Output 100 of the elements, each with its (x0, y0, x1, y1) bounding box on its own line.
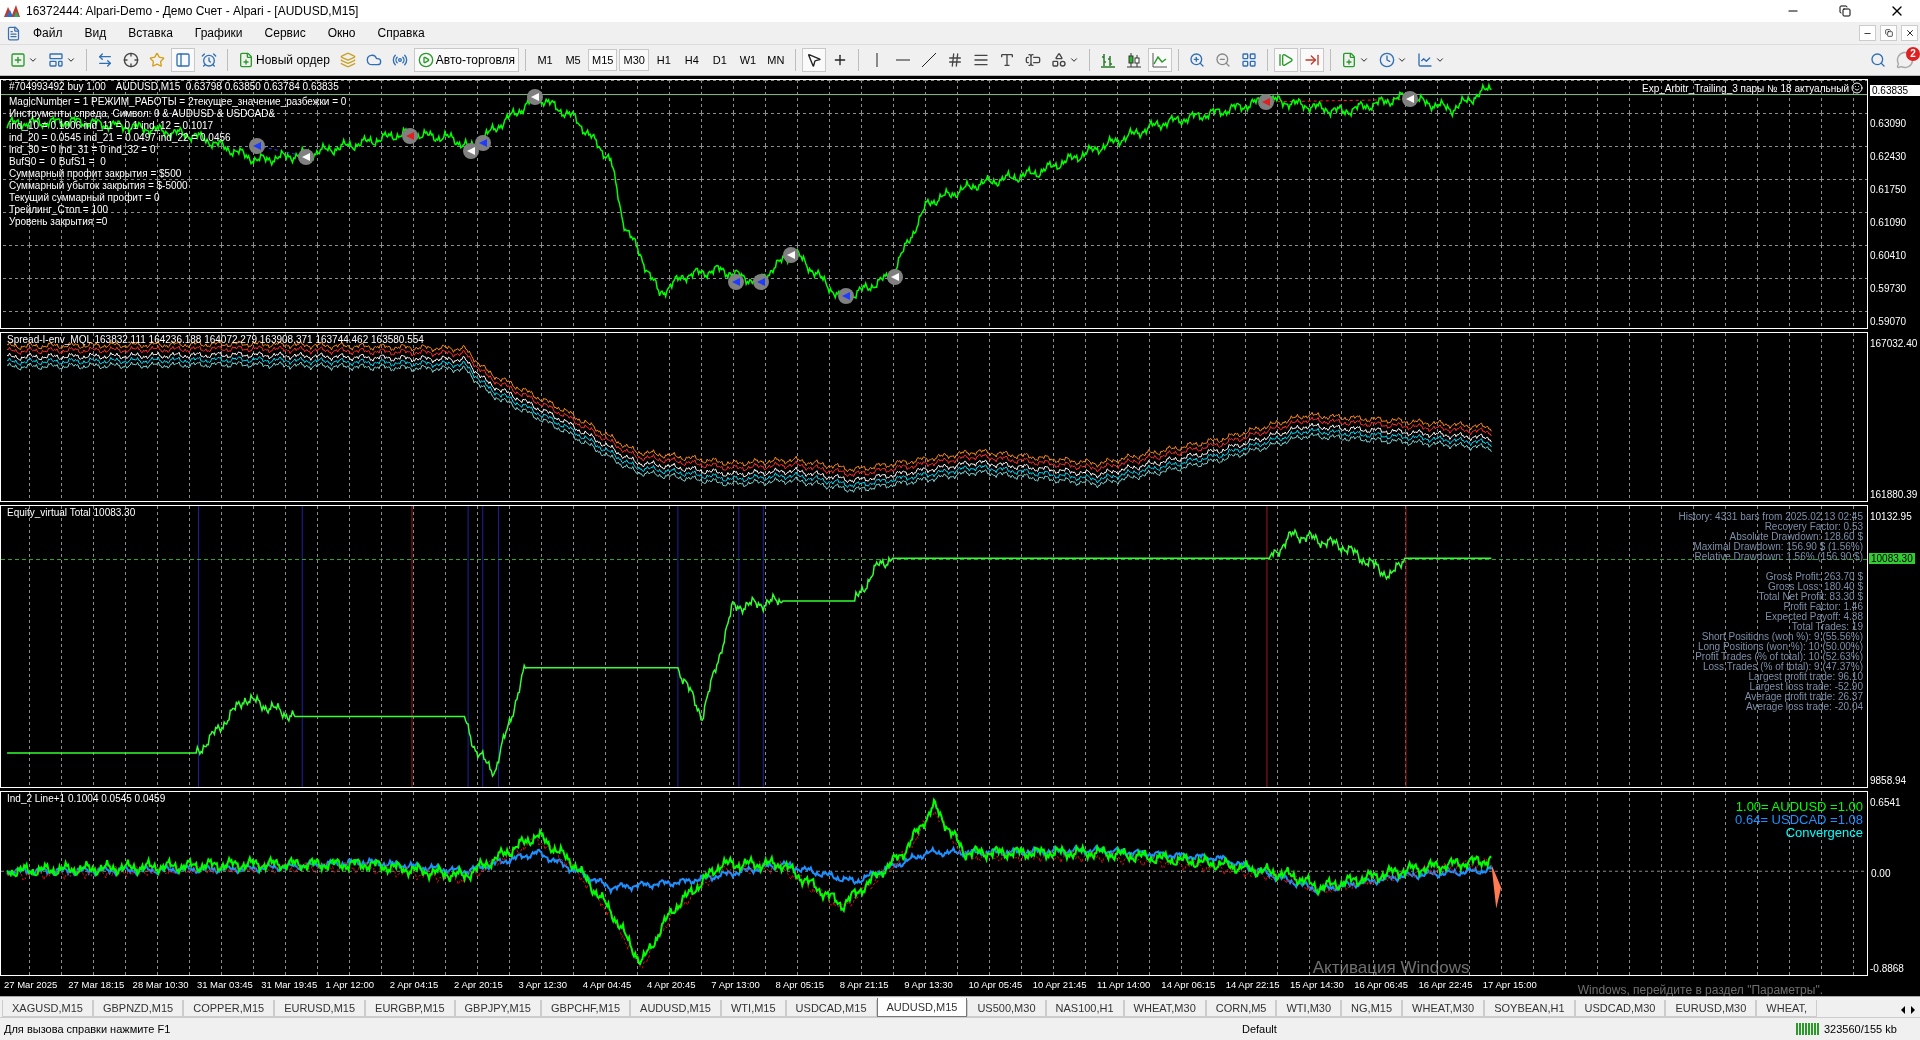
arrow-icon (787, 251, 796, 260)
chart-tab[interactable]: COPPER,M15 (183, 1000, 275, 1017)
chat-icon[interactable] (1896, 51, 1914, 69)
timeframe-button[interactable]: M30 (619, 49, 649, 71)
statistics-line: Profit Factor: 1.46 (1783, 602, 1863, 612)
statistics-line: Absolute Drawdown: 128.60 $ (1729, 532, 1863, 542)
chart-tab[interactable]: EURUSD,M15 (274, 1000, 366, 1017)
chart-tab[interactable]: CORN,M5 (1205, 1000, 1277, 1017)
value-tag: 10083.30 (1869, 553, 1915, 564)
shapes-icon (1050, 52, 1067, 68)
chart-tab[interactable]: AUDUSD,M15 (876, 998, 968, 1017)
chart-tab[interactable]: USDCAD,M15 (785, 1000, 877, 1017)
arrow-icon (1405, 95, 1414, 104)
menu-item[interactable]: Вставка (118, 24, 183, 42)
statistics-line: Largest profit trade: 96.10 (1748, 672, 1863, 682)
chart-tab[interactable]: NG,M15 (1341, 1000, 1403, 1017)
chart-tab[interactable]: GBPJPY,M15 (454, 1000, 541, 1017)
restore-icon (1839, 5, 1851, 17)
scroll-left-icon[interactable] (1899, 1005, 1907, 1015)
chart-tab[interactable]: GBPCHF,M15 (541, 1000, 631, 1017)
menu-item[interactable]: Справка (367, 24, 435, 42)
statistics-line: Long Positions (won %): 10 (50.00%) (1697, 642, 1863, 652)
status-help: Для вызова справки нажмите F1 (3, 1023, 172, 1035)
price-label: 0.63835 (1870, 85, 1920, 96)
chart-tab[interactable]: AUDUSD,M15 (630, 1000, 721, 1017)
caret-icon (1068, 55, 1079, 65)
chart-tab[interactable]: NAS100,H1 (1045, 1000, 1124, 1017)
chart-type-button[interactable] (1147, 48, 1172, 72)
cursor-button[interactable] (801, 48, 826, 72)
statistics-line: Gross Loss: 180.40 $ (1767, 582, 1863, 592)
chart-tab[interactable]: WHEAT,M30 (1402, 1000, 1485, 1017)
document-icon[interactable] (6, 25, 21, 41)
timeframe-button[interactable]: MN (762, 49, 789, 71)
chart-tab[interactable]: US500,M30 (967, 1000, 1046, 1017)
axis-label: 0.61750 (1870, 184, 1908, 195)
chart-tab[interactable]: EURGBP,M15 (365, 1000, 455, 1017)
statistics-line: Total Trades: 19 (1791, 622, 1863, 632)
time-label: 31 Mar 03:45 (196, 979, 254, 992)
chart-tab[interactable]: WTI,M30 (1276, 1000, 1342, 1017)
expert-name: Exp_Arbitr_Trailing_3 пары № 18 актуальный (1642, 82, 1849, 94)
alarm-clock-icon (201, 52, 217, 68)
statistics-line: Relative Drawdown: 1.56% (156.90 $) (1694, 552, 1863, 562)
chart-tab[interactable]: WHEAT, (1756, 1000, 1818, 1017)
statistics-line: Profit Trades (% of total): 10 (52.63%) (1695, 652, 1863, 662)
timeframe-button[interactable]: M15 (588, 49, 618, 71)
new-chart-icon (10, 52, 26, 68)
lines-icon (972, 52, 989, 68)
restore-icon (1884, 29, 1893, 37)
bar-chart-icon (1099, 52, 1116, 68)
timeframe-button[interactable]: M1 (532, 49, 559, 71)
timeframe-button[interactable]: H1 (650, 49, 677, 71)
new-order-button[interactable]: Новый ордер (234, 48, 334, 72)
menu-item[interactable]: Файл (23, 24, 73, 42)
scroll-right-icon[interactable] (1909, 1005, 1917, 1015)
app-logo-icon (4, 5, 20, 17)
chart-tab[interactable]: WTI,M15 (721, 1000, 786, 1017)
time-label: 10 Apr 05:45 (968, 979, 1024, 992)
equity-chart[interactable] (0, 505, 1868, 788)
chart-shift-button[interactable] (1299, 48, 1324, 72)
time-label: 8 Apr 21:15 (839, 979, 890, 992)
timeframe-button[interactable]: W1 (734, 49, 761, 71)
time-label: 8 Apr 05:15 (775, 979, 826, 992)
timeframe-button[interactable]: H4 (678, 49, 705, 71)
time-label: 16 Apr 22:45 (1418, 979, 1474, 992)
auto-trading-button[interactable]: Авто-торговля (413, 48, 520, 72)
minimize-button[interactable] (1859, 25, 1876, 41)
arrows-icon (97, 52, 113, 68)
chart-tab[interactable]: GBPNZD,M15 (92, 1000, 184, 1017)
menu-item[interactable]: Графики (184, 24, 253, 42)
timeframe-button[interactable]: M5 (560, 49, 587, 71)
chart-tab[interactable]: EURUSD,M30 (1665, 1000, 1757, 1017)
caret-icon (66, 55, 76, 65)
spread-chart[interactable]: Spread-I-env_MQL 163832.111 164236.188 164072.279 163908.371 163744.462 163580.554 (0, 332, 1868, 502)
close-icon (1904, 28, 1915, 38)
info-line: Уровень закрытия =0 (9, 216, 108, 228)
cloud-icon (365, 52, 382, 68)
play-icon (417, 52, 434, 68)
price-chart[interactable] (0, 79, 1868, 329)
menu-item[interactable]: Вид (74, 24, 117, 42)
autoscroll-button[interactable] (1273, 48, 1298, 72)
chart-tab[interactable]: WHEAT,M30 (1123, 1000, 1206, 1017)
chart-tab[interactable]: XAGUSD,M15 (2, 1000, 93, 1017)
time-label: 4 Apr 20:45 (646, 979, 697, 992)
close-button[interactable] (1901, 25, 1918, 41)
time-label: 14 Apr 22:15 (1225, 979, 1281, 992)
chart-tab[interactable]: USDCAD,M30 (1574, 1000, 1666, 1017)
menu-item[interactable]: Окно (317, 24, 366, 42)
chart-tab[interactable]: SOYBEAN,H1 (1484, 1000, 1575, 1017)
arrow-icon (405, 131, 414, 140)
restore-button[interactable] (1880, 25, 1897, 41)
panel-button[interactable] (171, 48, 195, 72)
menu-item[interactable]: Сервис (254, 24, 316, 42)
axis-label: 0.59070 (1870, 316, 1908, 327)
text-icon (998, 52, 1015, 68)
tile-windows-icon (1240, 52, 1257, 68)
info-line: Суммарный убыток закрытия = $-5000 (9, 180, 188, 192)
indicator-header: Equity_virtual Total 10083.30 (7, 507, 136, 518)
timeframe-button[interactable]: D1 (706, 49, 733, 71)
legend-label: 1.00= AUDUSD =1.00 (1735, 800, 1863, 813)
search-icon[interactable] (1870, 52, 1886, 68)
